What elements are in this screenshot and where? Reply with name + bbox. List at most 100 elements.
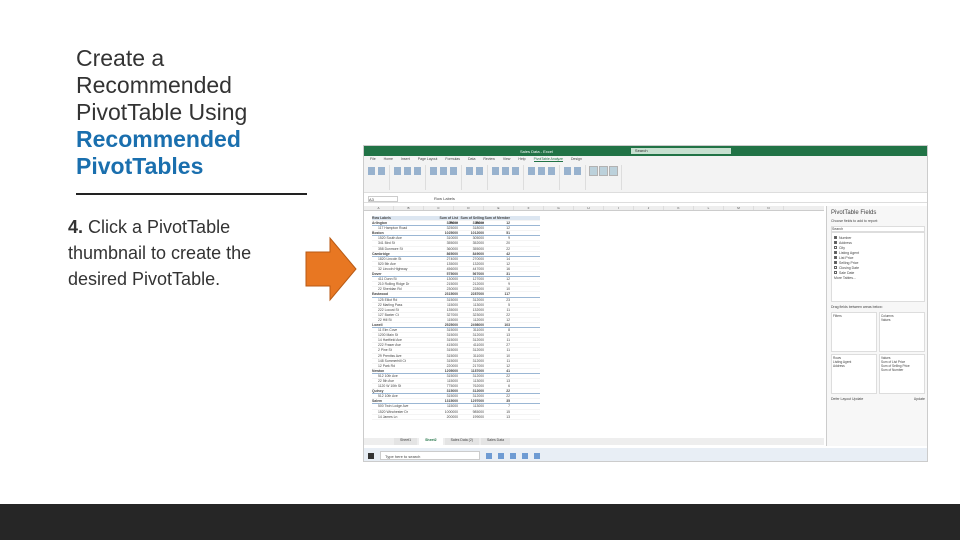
search-box[interactable]: Search [630,148,731,154]
table-cell: 113000 [472,379,484,383]
step-description: Click a PivotTable thumbnail to create t… [68,217,252,289]
column-header[interactable]: E [484,206,514,210]
worksheet-grid[interactable]: ABCDEFGHIJKLMN Row Labels Sum of List Pri… [364,206,824,438]
menu-tab[interactable]: Home [384,157,393,162]
values-area[interactable]: Values Sum of List Price Sum of Selling Pr… [879,354,925,394]
table-cell: 29 Prentiss Ave [378,353,402,358]
app-icon[interactable] [522,452,528,459]
values-item[interactable]: Sum of Number [881,368,903,372]
taskbar-search[interactable]: Type here to search [380,451,480,460]
table-cell: 323000 [472,312,484,317]
header-cell[interactable]: Row Labels [372,216,432,220]
rows-item[interactable]: Address [833,364,845,368]
menu-tab[interactable]: PivotTable Analyze [533,157,564,162]
filters-area[interactable]: Filters [831,312,877,352]
checkbox-icon[interactable] [834,271,837,274]
more-tables-link[interactable]: More Tables... [834,275,922,280]
menu-tab[interactable]: Design [571,157,582,162]
table-cell: 865000 [446,251,458,256]
table-cell: 115000 [446,302,458,307]
header-cell[interactable]: Sum of Member [484,216,510,220]
columns-area[interactable]: Columns Values [879,312,925,352]
menu-tab[interactable]: Page Layout [418,157,438,162]
column-header[interactable]: D [454,206,484,210]
column-header[interactable]: C [424,206,454,210]
sheet-tab[interactable]: Sales Data [480,438,511,445]
app-icon[interactable] [486,452,492,459]
table-cell: 1520 South Ave [378,236,402,241]
checkbox-icon[interactable] [834,266,837,269]
field-name: Selling Price [839,260,859,265]
column-header[interactable]: I [604,206,634,210]
menu-tab[interactable]: Data [468,157,475,162]
column-header[interactable]: A [364,206,394,210]
menu-tab[interactable]: Insert [401,157,410,162]
table-cell: 200000 [446,414,458,419]
table-row[interactable]: 14 James Ln 200000 199000 13 [372,415,540,420]
column-header[interactable]: N [754,206,784,210]
header-cell[interactable]: Sum of Selling Price [458,216,484,225]
table-cell: 358 Dunmore St [378,246,403,251]
step-text: 4. Click a PivotTable thumbnail to creat… [68,214,298,292]
table-cell: 12 [506,261,510,266]
divider [76,193,307,195]
column-header[interactable]: H [574,206,604,210]
table-cell: 1205000 [444,368,458,373]
table-cell: 11 [506,307,510,312]
sheet-tab[interactable]: Sheet2 [419,438,443,445]
checkbox-icon[interactable] [834,251,837,254]
name-box[interactable]: A3 [368,195,398,202]
column-header[interactable]: M [724,206,754,210]
checkbox-icon[interactable] [834,241,837,244]
menu-tab[interactable]: Help [518,157,525,162]
recommended-pivottables-icon[interactable] [564,167,571,175]
column-header[interactable]: J [634,206,664,210]
formula-input[interactable]: Row Labels [434,196,455,201]
checkbox-icon[interactable] [834,261,837,264]
table-cell: 220000 [446,363,458,368]
menu-tab[interactable]: Review [483,157,494,162]
table-cell: 315000 [446,358,458,363]
table-cell: 315000 [446,373,458,378]
table-cell: 12 [506,317,510,322]
menu-tab[interactable]: File [370,157,376,162]
table-cell: Eastwood [372,292,389,297]
table-cell: 212000 [472,282,484,287]
drag-instruction: Drag fields between areas below: [831,305,883,309]
table-cell: 355000 [446,241,458,246]
column-header[interactable]: F [514,206,544,210]
menu-tab[interactable]: Formulas [445,157,460,162]
checkbox-icon[interactable] [834,236,837,239]
defer-update-checkbox[interactable]: Defer Layout Update [831,397,863,401]
app-icon[interactable] [498,452,504,459]
windows-start-icon[interactable] [368,452,374,459]
table-cell: 2 Pine St [378,348,392,353]
column-header[interactable]: B [394,206,424,210]
column-header[interactable]: L [694,206,724,210]
table-cell: Boston [372,231,384,236]
sheet-tab[interactable]: Sales Data (2) [444,438,479,445]
table-cell: 312000 [472,373,484,378]
sheet-tab[interactable]: Sheet1 [394,438,418,445]
columns-item[interactable]: Values [881,318,891,322]
checkbox-icon[interactable] [834,256,837,259]
column-header[interactable]: K [664,206,694,210]
table-cell: 567000 [472,272,484,277]
header-cell[interactable]: Sum of List Price [432,216,458,225]
table-cell: 12 [506,221,510,226]
table-cell: 228000 [472,287,484,292]
table-cell: 8 [508,328,510,333]
table-cell: 115000 [446,404,458,409]
update-button[interactable]: Update [914,397,925,401]
app-icon[interactable] [510,452,516,459]
table-cell: 135000 [446,307,458,312]
column-header[interactable]: G [544,206,574,210]
menu-tab[interactable]: View [503,157,511,162]
pivot-table[interactable]: Row Labels Sum of List Price Sum of Sellin… [372,216,540,420]
app-icon[interactable] [534,452,540,459]
field-name: Sale Date [839,270,855,275]
table-cell: 311000 [472,328,484,333]
checkbox-icon[interactable] [834,246,837,249]
table-cell: 222 Locust St [378,307,399,312]
rows-area[interactable]: Rows Listing Agent Address [831,354,877,394]
